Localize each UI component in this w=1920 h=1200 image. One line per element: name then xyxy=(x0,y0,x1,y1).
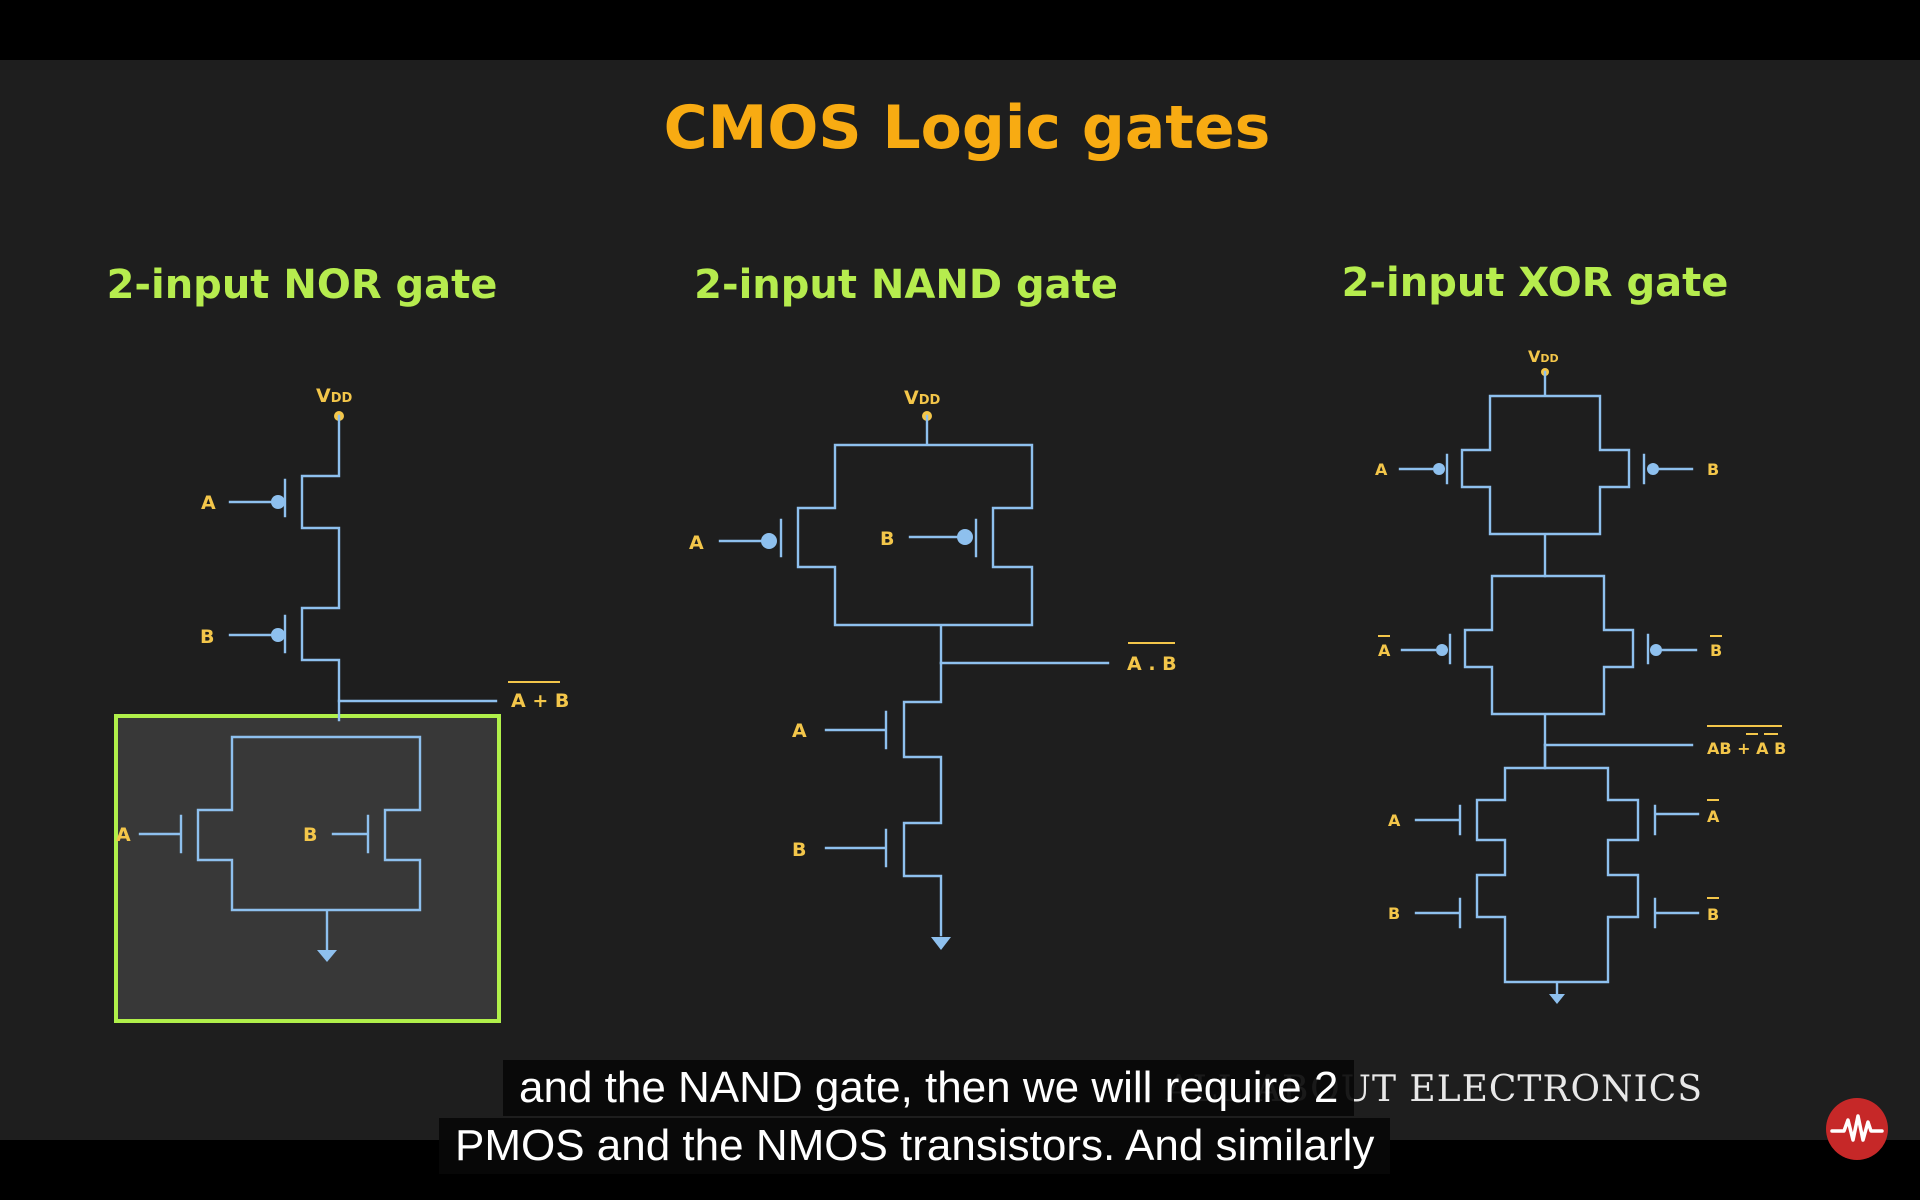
subtitle-line-2: PMOS and the NMOS transistors. And simil… xyxy=(439,1118,1391,1174)
nand-output-label: A . B xyxy=(1127,653,1177,675)
nand-pmos-a-bubble xyxy=(761,533,777,549)
nor-pulldown-a-label: A xyxy=(116,824,131,846)
subtitle-line-1: and the NAND gate, then we will require … xyxy=(503,1060,1355,1116)
xor-output-label: AB + A B xyxy=(1707,739,1786,758)
xor-pu1-right-label: B xyxy=(1707,460,1719,479)
xor-pu2-right-label: B xyxy=(1710,641,1722,660)
nand-input-b-label: B xyxy=(880,528,894,550)
nor-gate-title: 2-input NOR gate xyxy=(107,262,498,308)
nor-pulldown-highlight xyxy=(114,714,501,1023)
xor-pu2-left-label: A xyxy=(1378,641,1391,660)
xor-pullup1-left-bubble xyxy=(1433,463,1445,475)
xor-pd1-left-label: A xyxy=(1388,811,1401,830)
xor-pullup2-right-bubble xyxy=(1650,644,1662,656)
xor-pullup2-left-bubble xyxy=(1436,644,1448,656)
xor-pd2-right-label: B xyxy=(1707,905,1719,924)
nand-pulldown-a-label: A xyxy=(792,720,807,742)
xor-pullup1-right-bubble xyxy=(1647,463,1659,475)
nor-pulldown-b-label: B xyxy=(303,824,317,846)
nor-pmos-b-bubble xyxy=(271,628,285,642)
nand-input-a-label: A xyxy=(689,532,704,554)
nor-input-a-label: A xyxy=(201,492,216,514)
slide-title: CMOS Logic gates xyxy=(664,93,1271,163)
nor-input-b-label: B xyxy=(200,626,214,648)
nand-pmos-b-bubble xyxy=(957,529,973,545)
xor-pu1-left-label: A xyxy=(1375,460,1388,479)
xor-pd1-right-label: A xyxy=(1707,807,1720,826)
nor-pmos-a-bubble xyxy=(271,495,285,509)
nand-gate-title: 2-input NAND gate xyxy=(694,262,1118,308)
waveform-logo-icon xyxy=(1830,1114,1884,1142)
nand-pulldown-b-label: B xyxy=(792,839,806,861)
nor-output-label: A + B xyxy=(511,690,569,712)
channel-logo-button[interactable] xyxy=(1826,1098,1888,1160)
xor-gate-title: 2-input XOR gate xyxy=(1342,260,1729,306)
xor-pd2-left-label: B xyxy=(1388,904,1400,923)
slide-canvas: CMOS Logic gates 2-input NOR gate VDD A … xyxy=(0,0,1920,1200)
